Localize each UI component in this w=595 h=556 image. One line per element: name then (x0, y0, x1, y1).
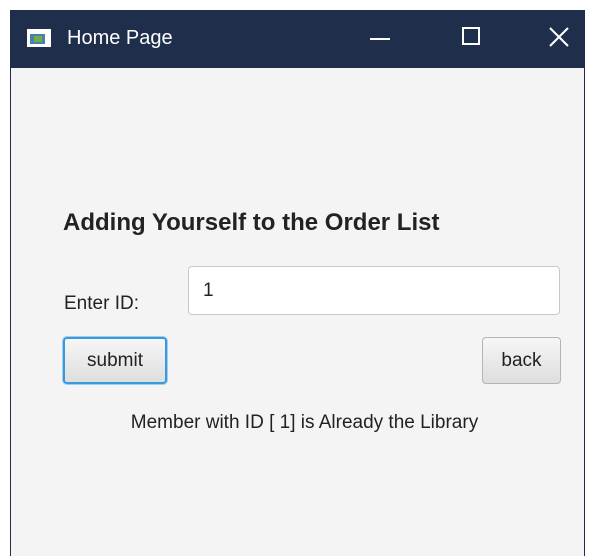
maximize-icon (462, 27, 480, 45)
app-window-icon[interactable] (27, 29, 51, 47)
id-label: Enter ID: (64, 293, 139, 314)
minimize-button[interactable] (352, 10, 412, 68)
page-heading: Adding Yourself to the Order List (63, 209, 440, 236)
status-message: Member with ID [ 1] is Already the Libra… (130, 412, 479, 433)
close-icon (549, 27, 569, 47)
back-button[interactable]: back (482, 337, 561, 384)
close-button[interactable] (528, 10, 586, 68)
app-window: Home Page Adding Yourself to the Order L… (10, 10, 585, 556)
submit-button[interactable]: submit (63, 337, 167, 384)
id-input[interactable] (188, 266, 560, 315)
minimize-icon (370, 38, 390, 40)
app-icon-accent (34, 36, 42, 42)
maximize-button[interactable] (440, 10, 500, 68)
title-bar[interactable]: Home Page (11, 10, 584, 68)
window-title: Home Page (67, 27, 173, 49)
